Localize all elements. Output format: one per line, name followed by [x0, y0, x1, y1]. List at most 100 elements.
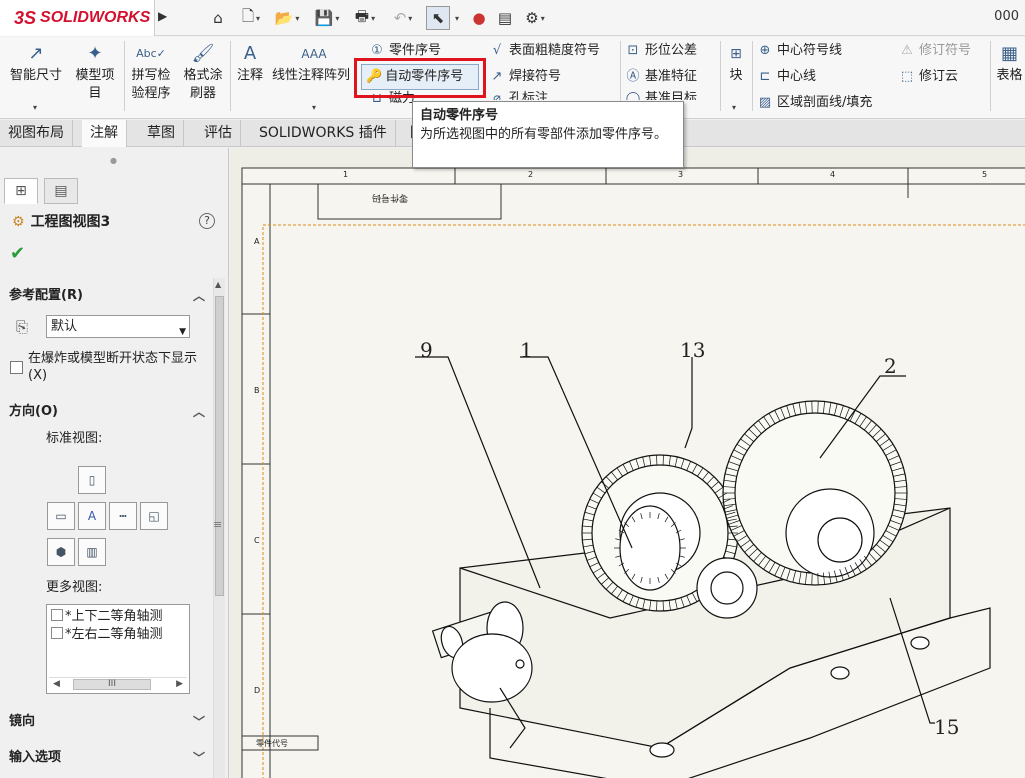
help-icon[interactable]: ?	[199, 213, 215, 229]
drawing-sheet-area[interactable]: 1 2 3 4 5 A B C D 零件号码 零件代号 9 1 13 2 15	[230, 148, 1025, 778]
balloon-label[interactable]: 15	[934, 715, 959, 739]
file-properties-icon[interactable]: ▤	[494, 6, 516, 30]
property-manager-tab-icon[interactable]: ⊞	[4, 178, 38, 204]
options-gear-icon[interactable]: ⚙ ▾	[518, 6, 552, 30]
model-items-button[interactable]: ✦ 模型项目	[70, 41, 120, 103]
save-icon[interactable]: 💾 ▾	[310, 6, 344, 30]
view-right-button[interactable]: A	[78, 502, 106, 530]
zone-col-label: 1	[343, 170, 349, 179]
scroll-thumb[interactable]	[215, 296, 224, 596]
balloon-label[interactable]: 1	[520, 338, 533, 362]
block-icon: ⊞	[730, 46, 742, 62]
ribbon-divider	[124, 41, 125, 111]
more-views-label: 更多视图:	[46, 580, 103, 595]
undo-icon[interactable]: ↶ ▾	[386, 6, 420, 30]
block-button[interactable]: ⊞ 块	[724, 41, 748, 85]
hole-callout-button[interactable]: ⌀ 孔标注	[488, 88, 548, 100]
drawing-sheet-svg	[241, 167, 1025, 778]
revision-cloud-button[interactable]: ⬚ 修订云	[898, 66, 958, 88]
table-icon: ▦	[1000, 43, 1018, 64]
area-hatch-icon: ▨	[758, 95, 772, 110]
tab-solidworks-addins[interactable]: SOLIDWORKS 插件	[251, 120, 396, 147]
tab-sketch[interactable]: 草图	[139, 120, 184, 147]
view-isometric-button[interactable]: ⬢	[47, 538, 75, 566]
scroll-right-icon[interactable]: ▶	[176, 679, 183, 689]
view-top-button[interactable]: ▯	[78, 466, 106, 494]
tables-button[interactable]: ▦ 表格	[994, 41, 1025, 85]
tab-view-layout[interactable]: 视图布局	[0, 120, 73, 147]
rebuild-traffic-light-icon[interactable]: ●	[468, 6, 490, 30]
import-options-section-header[interactable]: 输入选项 ﹀	[0, 747, 213, 769]
zone-row-label: A	[254, 237, 260, 246]
view-left-button[interactable]: ◱	[140, 502, 168, 530]
geometric-tolerance-button[interactable]: ⊡ 形位公差	[624, 40, 697, 62]
tab-annotation[interactable]: 注解	[82, 120, 127, 147]
zone-row-label: B	[254, 386, 260, 395]
spell-check-button[interactable]: Abc✓ 拼写检验程序	[126, 41, 176, 103]
view-front-button[interactable]: ▭	[47, 502, 75, 530]
view-back-button[interactable]: ┅	[109, 502, 137, 530]
drawing-view-icon: ⚙	[12, 214, 25, 230]
note-button[interactable]: A 注释	[233, 41, 267, 85]
panel-splitter-grip-icon[interactable]: ≡	[213, 518, 222, 531]
weld-symbol-icon: ↗	[491, 69, 503, 84]
panel-grip[interactable]: ●	[110, 156, 117, 165]
list-item[interactable]: *左右二等角轴测	[51, 626, 163, 644]
datum-target-button[interactable]: ◯ 基准目标	[624, 88, 697, 100]
surface-finish-icon: √	[492, 43, 502, 58]
select-pointer-icon[interactable]: ⬉	[426, 6, 450, 30]
linear-note-pattern-button[interactable]: AAA 线性注释阵列	[272, 41, 358, 85]
orientation-section-header[interactable]: 方向(O) ︿	[0, 401, 213, 423]
open-folder-icon[interactable]: 📂 ▾	[270, 6, 304, 30]
center-mark-button[interactable]: ⊕ 中心符号线	[756, 40, 842, 62]
select-dropdown-icon[interactable]: ▾	[451, 6, 461, 30]
list-horizontal-scrollbar[interactable]: ◀ III ▶	[49, 677, 187, 691]
datum-feature-button[interactable]: Ⓐ 基准特征	[624, 66, 697, 88]
tab-evaluate[interactable]: 评估	[196, 120, 241, 147]
panel-title: ⚙ 工程图视图3	[12, 214, 111, 230]
revision-cloud-icon: ⬚	[900, 69, 914, 84]
format-painter-button[interactable]: 🖌 格式涂刷器	[178, 41, 228, 103]
collapse-chevron-icon: ︿	[192, 405, 205, 419]
scroll-left-icon[interactable]: ◀	[53, 679, 60, 689]
ref-config-section-header[interactable]: 参考配置(R) ︿	[0, 285, 213, 307]
revision-symbol-button[interactable]: ⚠ 修订符号	[898, 40, 971, 62]
feature-tree-tab-icon[interactable]: ▤	[44, 178, 78, 204]
smart-dimension-button[interactable]: ↗ 智能尺寸	[4, 41, 68, 85]
print-icon[interactable]: 🖶 ▾	[348, 6, 382, 30]
solidworks-logo[interactable]: 3S SOLIDWORKS	[0, 0, 155, 36]
explode-state-label: 在爆炸或模型断开状态下显示(X)	[28, 351, 198, 383]
ribbon-divider	[230, 41, 231, 111]
list-item[interactable]: *上下二等角轴测	[51, 608, 163, 626]
explode-state-checkbox[interactable]	[10, 361, 23, 374]
ribbon-divider	[720, 41, 721, 111]
surface-finish-button[interactable]: √ 表面粗糙度符号	[488, 40, 600, 62]
centerline-icon: ⊏	[759, 69, 771, 84]
scroll-up-icon[interactable]: ▲	[215, 280, 221, 289]
format-painter-icon: 🖌	[191, 43, 215, 64]
balloon-label[interactable]: 13	[680, 338, 705, 362]
centerline-button[interactable]: ⊏ 中心线	[756, 66, 816, 88]
mirror-section-header[interactable]: 镜向 ﹀	[0, 711, 213, 733]
list-item-checkbox[interactable]	[51, 627, 63, 639]
expand-chevron-icon: ﹀	[192, 715, 205, 729]
list-item-checkbox[interactable]	[51, 609, 63, 621]
center-mark-icon: ⊕	[759, 43, 771, 58]
note-pattern-dropdown-icon[interactable]: ▾	[312, 103, 316, 112]
expand-menu-arrow-icon[interactable]: ▶	[158, 9, 170, 27]
area-hatch-button[interactable]: ▨ 区域剖面线/填充	[756, 92, 873, 114]
smart-dimension-dropdown-icon[interactable]: ▾	[33, 103, 37, 112]
new-document-icon[interactable]: 🗋 ▾	[234, 6, 268, 30]
block-dropdown-icon[interactable]: ▾	[732, 103, 736, 112]
more-views-list[interactable]: *上下二等角轴测 *左右二等角轴测 ◀ III ▶	[46, 604, 190, 694]
ref-config-select[interactable]: 默认 ▼	[46, 315, 190, 338]
view-bottom-button[interactable]: ▥	[78, 538, 106, 566]
configuration-icon: ⎘	[16, 318, 29, 336]
balloon-label[interactable]: 9	[420, 338, 433, 362]
weld-symbol-button[interactable]: ↗ 焊接符号	[488, 66, 561, 88]
home-icon[interactable]: ⌂	[206, 6, 230, 30]
scroll-thumb[interactable]: III	[73, 679, 151, 690]
balloon-label[interactable]: 2	[884, 354, 897, 378]
ok-check-icon[interactable]: ✔	[10, 243, 25, 264]
zone-row-label: C	[254, 536, 260, 545]
